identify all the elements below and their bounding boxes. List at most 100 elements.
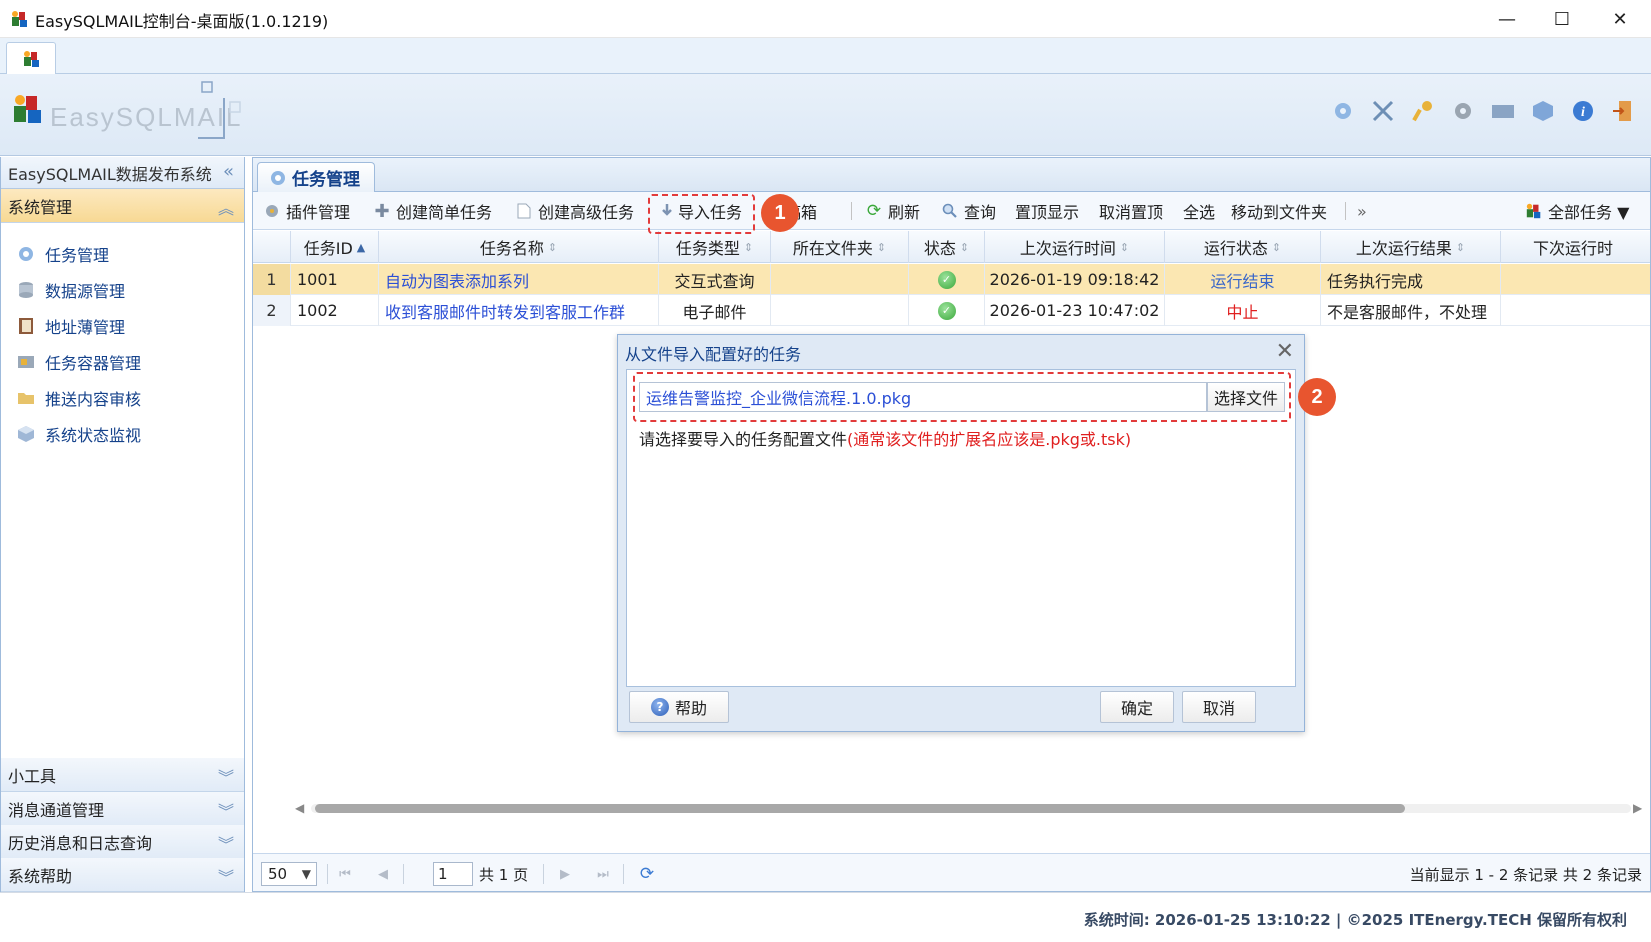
last-run-cell: 2026-01-19 09:18:42 [985,264,1165,295]
maximize-button[interactable]: ☐ [1533,0,1591,38]
prev-page-icon[interactable]: ◀ [373,864,393,884]
horizontal-scrollbar[interactable]: ◀ ▶ [291,800,1649,816]
ok-button[interactable]: 确定 [1100,691,1174,723]
more-tools-button[interactable]: » [1357,200,1367,222]
hint-text: 请选择要导入的任务配置文件 [639,430,848,449]
page-number-input[interactable]: 1 [433,862,473,886]
help-button[interactable]: ? 帮助 [629,691,729,723]
settings-gear-icon[interactable] [1328,96,1358,126]
plugin-management-button[interactable]: 插件管理 [263,200,350,222]
app-filter-icon [1525,202,1543,220]
table-row[interactable]: 2 1002 收到客服邮件时转发到客服工作群 电子邮件 ✓ 2026-01-23… [253,295,1650,326]
sidebar-section-history[interactable]: 历史消息和日志查询 ︾ [1,825,244,859]
scroll-right-icon[interactable]: ▶ [1633,801,1642,815]
select-all-button[interactable]: 全选 [1183,200,1215,222]
column-header-next-run[interactable]: 下次运行时 [1501,231,1650,263]
column-header-run-status[interactable]: 运行状态 ⇕ [1165,231,1321,263]
sidebar-section-channels[interactable]: 消息通道管理 ︾ [1,792,244,826]
task-name-link[interactable]: 自动为图表添加系列 [379,264,659,295]
column-header-folder[interactable]: 所在文件夹 ⇕ [771,231,909,263]
refresh-button[interactable]: ⟳ 刷新 [865,200,920,222]
unpin-button[interactable]: 取消置顶 [1099,200,1163,222]
column-header-task-id[interactable]: 任务ID ▲ [291,231,379,263]
dialog-footer: ? 帮助 确定 取消 [626,687,1296,731]
header-banner: EasySQLMAIL i [0,74,1651,156]
last-run-cell: 2026-01-23 10:47:02 [985,295,1165,326]
logout-icon[interactable] [1608,96,1638,126]
sidebar-item-container[interactable]: 任务容器管理 [15,347,141,377]
column-header-status[interactable]: 状态 ⇕ [909,231,985,263]
close-icon[interactable]: ✕ [1276,339,1294,364]
column-header-task-type[interactable]: 任务类型 ⇕ [659,231,771,263]
cog-icon[interactable] [1448,96,1478,126]
move-to-folder-button[interactable]: 移动到文件夹 [1231,200,1327,222]
toolbar: 插件管理 ✚ 创建简单任务 创建高级任务 导入任务 稿箱 ⟳ 刷新 查询 置顶显… [253,192,1650,230]
unpin-label: 取消置顶 [1099,203,1164,222]
sidebar-section-help[interactable]: 系统帮助 ︾ [1,858,244,892]
sidebar-item-label: 系统状态监视 [45,426,142,445]
sidebar-section-label: 消息通道管理 [8,800,105,820]
window-title: EasySQLMAIL控制台-桌面版(1.0.1219) [35,12,329,31]
desktop-tab-home[interactable] [6,42,56,74]
help-icon: ? [650,698,669,716]
tab-task-management[interactable]: 任务管理 [257,162,375,193]
sidebar-item-datasource[interactable]: 数据源管理 [15,275,125,305]
grid-header: 任务ID ▲ 任务名称 ⇕ 任务类型 ⇕ 所在文件夹 ⇕ 状态 ⇕ 上次运行时间 ⇕ 运行状… [253,231,1650,263]
column-label: 上次运行结果 [1355,239,1452,258]
check-circle-icon: ✓ [937,301,956,320]
collapse-sidebar-icon[interactable]: « [223,161,234,182]
app-icon [10,9,30,29]
help-label: 帮助 [674,699,707,718]
task-id-cell: 1002 [291,295,379,326]
sidebar-item-address-book[interactable]: 地址薄管理 [15,311,125,341]
last-page-icon[interactable]: ⏭ [593,864,613,884]
reload-icon[interactable]: ⟳ [637,864,657,884]
query-button[interactable]: 查询 [941,200,996,222]
close-button[interactable]: ✕ [1591,0,1649,38]
pin-to-top-button[interactable]: 置顶显示 [1015,200,1079,222]
scroll-thumb[interactable] [315,804,1405,813]
cancel-button[interactable]: 取消 [1182,691,1256,723]
minimize-button[interactable]: — [1478,0,1536,38]
create-simple-task-button[interactable]: ✚ 创建简单任务 [373,200,492,223]
tools-icon[interactable] [1368,96,1398,126]
task-type-cell: 电子邮件 [659,295,771,326]
all-tasks-filter-button[interactable]: 全部任务 ▼ [1525,200,1629,222]
table-row[interactable]: 1 1001 自动为图表添加系列 交互式查询 ✓ 2026-01-19 09:1… [253,264,1650,295]
sidebar: EasySQLMAIL数据发布系统 « 系统管理 ︽ 任务管理 数据源管理 地址… [0,157,245,916]
chevron-down-icon: ︾ [217,802,234,821]
task-name-link[interactable]: 收到客服邮件时转发到客服工作群 [379,295,659,326]
key-icon[interactable] [1408,96,1438,126]
sidebar-section-tools[interactable]: 小工具 ︾ [1,758,244,792]
sidebar-item-task-management[interactable]: 任务管理 [15,239,109,269]
import-hint: 请选择要导入的任务配置文件(通常该文件的扩展名应该是.pkg或.tsk) [639,426,1131,450]
logo-frame-decoration [198,81,241,139]
move-to-folder-label: 移动到文件夹 [1231,203,1328,222]
next-page-icon[interactable]: ▶ [555,864,575,884]
sort-icon: ⇕ [547,240,558,254]
first-page-icon[interactable]: ⏮ [335,864,355,884]
scroll-left-icon[interactable]: ◀ [295,801,304,815]
pager-separator [623,864,624,884]
monitor-icon [15,423,37,445]
callout-badge-2: 2 [1298,378,1336,416]
callout-badge-1: 1 [761,194,799,232]
column-header-last-result[interactable]: 上次运行结果 ⇕ [1321,231,1501,263]
column-label: 任务ID [303,239,353,258]
last-result-cell: 不是客服邮件，不处理 [1321,295,1501,326]
column-label: 所在文件夹 [792,239,873,258]
column-header-last-run[interactable]: 上次运行时间 ⇕ [985,231,1165,263]
sidebar-section-system[interactable]: 系统管理 ︽ [1,189,244,223]
pager-separator [327,864,328,884]
gear-icon [268,168,288,188]
column-header-task-name[interactable]: 任务名称 ⇕ [379,231,659,263]
package-icon[interactable] [1528,96,1558,126]
pager-separator [543,864,544,884]
page-size-select[interactable]: 50 ▼ [261,862,317,886]
window-icon[interactable] [1488,96,1518,126]
sidebar-item-content-review[interactable]: 推送内容审核 [15,383,141,413]
info-icon[interactable]: i [1568,96,1598,126]
pager: 50 ▼ ⏮ ◀ 1 共 1 页 ▶ ⏭ ⟳ 当前显示 1 - 2 条记录 共 … [253,853,1650,891]
create-advanced-task-button[interactable]: 创建高级任务 [515,200,634,222]
sidebar-item-status-monitor[interactable]: 系统状态监视 [15,419,141,449]
